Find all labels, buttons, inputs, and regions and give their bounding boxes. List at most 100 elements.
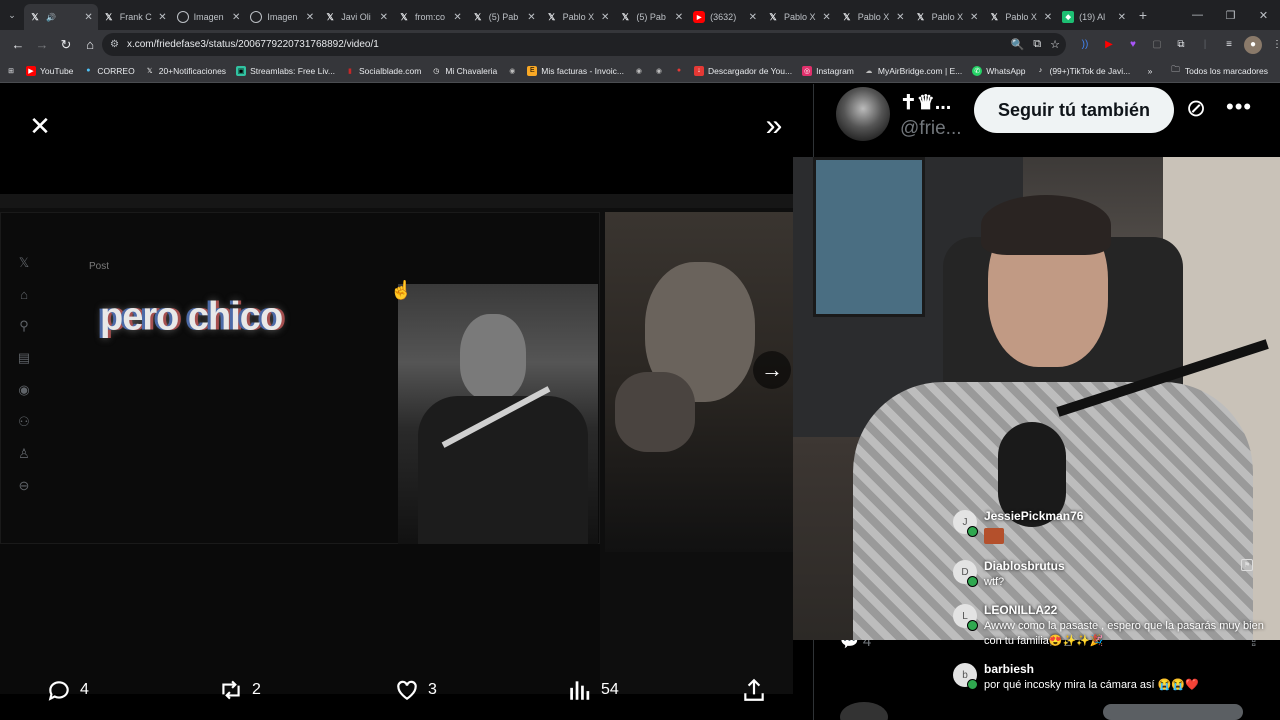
tab[interactable]: 𝕏 (5) Pab ✕ xyxy=(467,4,541,30)
close-tab-icon[interactable]: ✕ xyxy=(749,12,757,23)
video-player[interactable]: 𝕏 ⌂ ⚲ ▤ ◉ ⚇ ♙ ⊖ Post pero chico xyxy=(0,194,793,694)
chevron-right-double-icon[interactable]: » xyxy=(1148,66,1153,76)
extension-icon[interactable]: )) xyxy=(1076,36,1094,54)
bookmark-streamlabs[interactable]: ▣ Streamlabs: Free Liv... xyxy=(236,65,335,76)
like-button[interactable]: 3 xyxy=(394,668,437,712)
zoom-icon[interactable]: 🔍 xyxy=(1011,38,1025,51)
puzzle-icon[interactable]: ⧉ xyxy=(1172,36,1190,54)
extension-icon[interactable]: ▢ xyxy=(1148,36,1166,54)
bookmark-facturas[interactable]: E Mis facturas - Invoic... xyxy=(527,65,624,76)
user-handle[interactable]: @frie... xyxy=(900,118,962,140)
bookmark-site[interactable]: ● xyxy=(674,66,684,76)
close-tab-icon[interactable]: ✕ xyxy=(380,12,388,23)
close-tab-icon[interactable]: ✕ xyxy=(527,12,535,23)
menu-dots-icon[interactable]: ⋮ xyxy=(1268,36,1280,54)
profile-avatar-icon[interactable]: ● xyxy=(1244,35,1262,54)
tab[interactable]: 𝕏 Pablo X ✕ xyxy=(836,4,910,30)
tab[interactable]: 𝕏 Pablo X ✕ xyxy=(983,4,1057,30)
bookmark-site[interactable]: ◉ xyxy=(654,66,664,76)
share-button[interactable] xyxy=(741,668,767,712)
minimize-icon[interactable]: — xyxy=(1181,0,1214,30)
window-controls: — ❐ ✕ xyxy=(1181,0,1280,30)
grok-icon[interactable]: ⊘ xyxy=(1186,94,1206,123)
next-media-arrow-icon[interactable]: → xyxy=(753,351,791,389)
tab[interactable]: ◆ (19) Al ✕ xyxy=(1057,4,1131,30)
bookmark-notificaciones[interactable]: 𝕏 20+Notificaciones xyxy=(145,66,226,76)
close-tab-icon[interactable]: ✕ xyxy=(306,12,314,23)
bookmark-socialblade[interactable]: ▮ Socialblade.com xyxy=(345,66,421,76)
youtube-extension-icon[interactable]: ▶ xyxy=(1100,36,1118,54)
close-tab-icon[interactable]: ✕ xyxy=(1044,12,1052,23)
follow-button[interactable]: Seguir tú también xyxy=(974,87,1174,133)
chat-username: Diablosbrutus xyxy=(984,559,1065,573)
bookmark-tiktok[interactable]: ♪ (99+)TikTok de Javi... xyxy=(1036,66,1130,76)
close-window-icon[interactable]: ✕ xyxy=(1247,0,1280,30)
bookmark-chavaleria[interactable]: ◷ Mi Chavaleria xyxy=(431,66,497,76)
tab[interactable]: 𝕏 Pablo X ✕ xyxy=(910,4,984,30)
cast-icon[interactable]: ⧉ xyxy=(1033,38,1041,51)
display-name[interactable]: ✝♛... xyxy=(900,90,951,115)
bookmark-star-icon[interactable]: ☆ xyxy=(1050,38,1060,51)
restore-icon[interactable]: ❐ xyxy=(1214,0,1247,30)
all-bookmarks-button[interactable]: » 🗀 Todos los marcadores xyxy=(1148,59,1268,83)
bookmark-correo[interactable]: ● CORREO xyxy=(83,66,134,76)
close-tab-icon[interactable]: ✕ xyxy=(822,12,830,23)
more-options-icon[interactable]: ••• xyxy=(1226,94,1252,120)
new-tab-button[interactable]: + xyxy=(1131,2,1155,28)
close-tab-icon[interactable]: ✕ xyxy=(158,12,166,23)
repost-button[interactable]: 2 xyxy=(218,668,261,712)
site-info-icon[interactable]: ⚙ xyxy=(110,39,119,50)
bookmark-descargador[interactable]: ↓ Descargador de You... xyxy=(693,65,792,76)
globe-icon xyxy=(176,11,189,23)
view-count: 54 xyxy=(601,681,619,698)
reply-button[interactable]: 4 xyxy=(46,668,89,712)
x-icon: 𝕏 xyxy=(31,11,39,22)
profile-icon: ♙ xyxy=(18,446,30,461)
back-icon[interactable]: ← xyxy=(6,33,30,57)
close-tab-icon[interactable]: ✕ xyxy=(970,12,978,23)
close-tab-icon[interactable]: ✕ xyxy=(84,12,92,23)
forward-icon[interactable]: → xyxy=(30,33,54,57)
bookmark-instagram[interactable]: ◎ Instagram xyxy=(802,65,854,76)
tab[interactable]: 𝕏 Javi Oli ✕ xyxy=(319,4,393,30)
collapse-panel-icon[interactable]: » xyxy=(756,108,792,144)
tab[interactable]: 𝕏 Frank C ✕ xyxy=(98,4,172,30)
home-icon[interactable]: ⌂ xyxy=(78,33,102,57)
bookmark-youtube[interactable]: ▶ YouTube xyxy=(26,65,73,76)
report-icon[interactable]: ⚑ xyxy=(1241,559,1253,571)
bookmark-whatsapp[interactable]: ✆ WhatsApp xyxy=(972,65,1026,76)
bookmark-site[interactable]: ◉ xyxy=(507,66,517,76)
address-bar[interactable]: ⚙ x.com/friedefase3/status/2006779220731… xyxy=(102,33,1066,56)
close-tab-icon[interactable]: ✕ xyxy=(896,12,904,23)
media-control-icon[interactable]: ≡ xyxy=(1220,36,1238,54)
bookmark-myairbridge[interactable]: ☁ MyAirBridge.com | E... xyxy=(864,66,962,76)
tab[interactable]: 𝕏from:co ✕ xyxy=(393,4,467,30)
close-tab-icon[interactable]: ✕ xyxy=(675,12,683,23)
avatar[interactable] xyxy=(836,87,890,141)
bookmark-site[interactable]: ◉ xyxy=(634,66,644,76)
tab[interactable]: Imagen ✕ xyxy=(172,4,246,30)
scroll-indicator[interactable] xyxy=(1103,704,1243,720)
views-button[interactable]: 54 xyxy=(567,668,619,712)
tab[interactable]: ▶ (3632) ✕ xyxy=(688,4,762,30)
tab[interactable]: 𝕏 🔊 ✕ xyxy=(24,4,98,30)
reload-icon[interactable]: ↻ xyxy=(54,33,78,57)
x-icon: 𝕏 xyxy=(916,11,925,22)
close-viewer-button[interactable]: ✕ xyxy=(22,108,58,144)
extension-icon[interactable]: ♥ xyxy=(1124,36,1142,54)
media-viewer: 𝕏 ⌂ ⚲ ▤ ◉ ⚇ ♙ ⊖ Post pero chico ✕ » → ☝ … xyxy=(0,84,813,720)
avatar[interactable] xyxy=(840,702,888,720)
close-tab-icon[interactable]: ✕ xyxy=(232,12,240,23)
tab[interactable]: 𝕏 (5) Pab ✕ xyxy=(614,4,688,30)
heart-icon xyxy=(397,680,417,700)
close-tab-icon[interactable]: ✕ xyxy=(453,12,461,23)
close-tab-icon[interactable]: ✕ xyxy=(601,12,609,23)
url-text[interactable]: x.com/friedefase3/status/200677922073176… xyxy=(127,39,379,50)
tab-search-button[interactable]: ⌄ xyxy=(0,0,24,30)
close-tab-icon[interactable]: ✕ xyxy=(1118,12,1126,23)
speaker-icon[interactable]: 🔊 xyxy=(46,13,56,22)
tab[interactable]: Imagen ✕ xyxy=(245,4,319,30)
apps-icon[interactable]: ⊞ xyxy=(6,66,16,76)
tab[interactable]: 𝕏 Pablo X ✕ xyxy=(541,4,615,30)
tab[interactable]: 𝕏 Pablo X ✕ xyxy=(762,4,836,30)
